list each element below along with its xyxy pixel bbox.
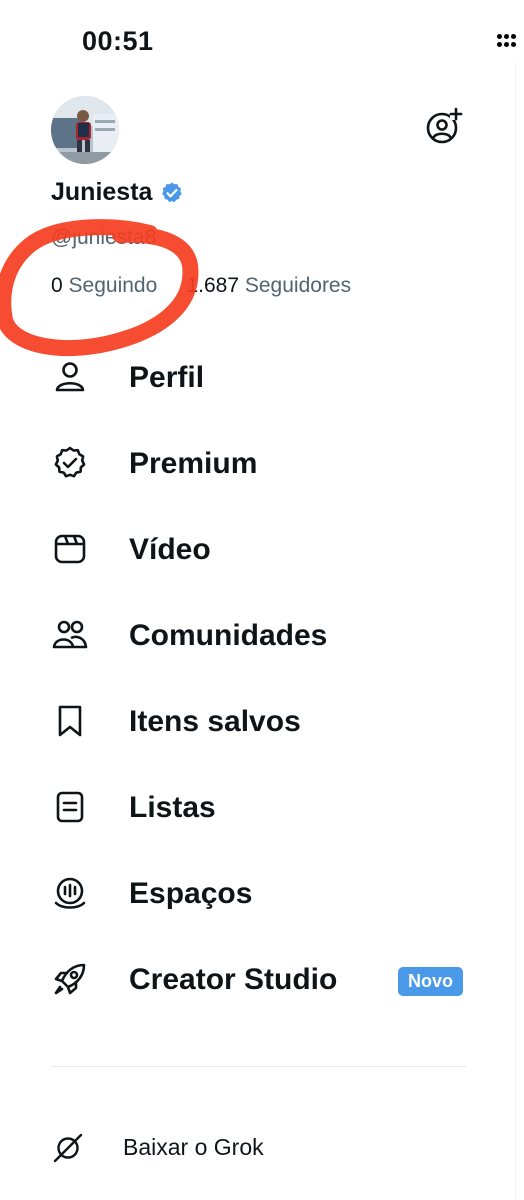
- add-account-icon[interactable]: [424, 106, 464, 146]
- follow-stats: 0 Seguindo 1.687 Seguidores: [51, 274, 351, 298]
- menu-item-perfil[interactable]: Perfil: [0, 335, 515, 421]
- menu-item-comunidades[interactable]: Comunidades: [0, 593, 515, 679]
- followers-link[interactable]: 1.687 Seguidores: [186, 274, 351, 297]
- drawer-edge: [515, 62, 516, 1200]
- avatar[interactable]: [51, 96, 119, 164]
- menu-item-label: Comunidades: [129, 619, 328, 652]
- menu-item-label: Listas: [129, 791, 216, 824]
- menu-item-espacos[interactable]: Espaços: [0, 851, 515, 937]
- menu-item-label: Vídeo: [129, 533, 211, 566]
- handle: @juniesta8: [51, 226, 157, 249]
- menu-item-creator-studio[interactable]: Creator Studio Novo: [0, 937, 515, 1023]
- bookmark-icon: [58, 705, 82, 737]
- menu-item-video[interactable]: Vídeo: [0, 507, 515, 593]
- person-icon: [55, 362, 85, 392]
- video-icon: [54, 534, 86, 564]
- divider: [51, 1066, 466, 1067]
- display-name-text: Juniesta: [51, 178, 153, 206]
- download-grok-item[interactable]: Baixar o Grok: [0, 1120, 515, 1180]
- followers-label: Seguidores: [244, 274, 352, 297]
- menu-item-label: Premium: [129, 447, 258, 480]
- grok-icon: [53, 1133, 83, 1163]
- following-link[interactable]: 0 Seguindo: [51, 274, 157, 297]
- followers-count: 1.687: [186, 274, 240, 297]
- verified-badge-icon: [54, 446, 86, 478]
- following-label: Seguindo: [68, 274, 158, 297]
- menu-item-listas[interactable]: Listas: [0, 765, 515, 851]
- following-count: 0: [51, 274, 63, 297]
- menu-item-label: Itens salvos: [129, 705, 301, 738]
- spaces-icon: [54, 877, 86, 909]
- menu-item-premium[interactable]: Premium: [0, 421, 515, 507]
- verified-badge-icon: [162, 182, 183, 202]
- list-icon: [56, 791, 84, 823]
- grok-label: Baixar o Grok: [123, 1134, 264, 1160]
- communities-icon: [52, 620, 88, 649]
- display-name[interactable]: Juniesta: [51, 178, 184, 207]
- menu-item-label: Espaços: [129, 877, 253, 910]
- status-time: 00:51: [82, 26, 154, 56]
- menu-item-label: Perfil: [129, 361, 205, 394]
- new-badge: Novo: [398, 967, 463, 996]
- menu-item-label: Creator Studio: [129, 963, 338, 996]
- menu-item-itens-salvos[interactable]: Itens salvos: [0, 679, 515, 765]
- rocket-icon: [54, 963, 86, 995]
